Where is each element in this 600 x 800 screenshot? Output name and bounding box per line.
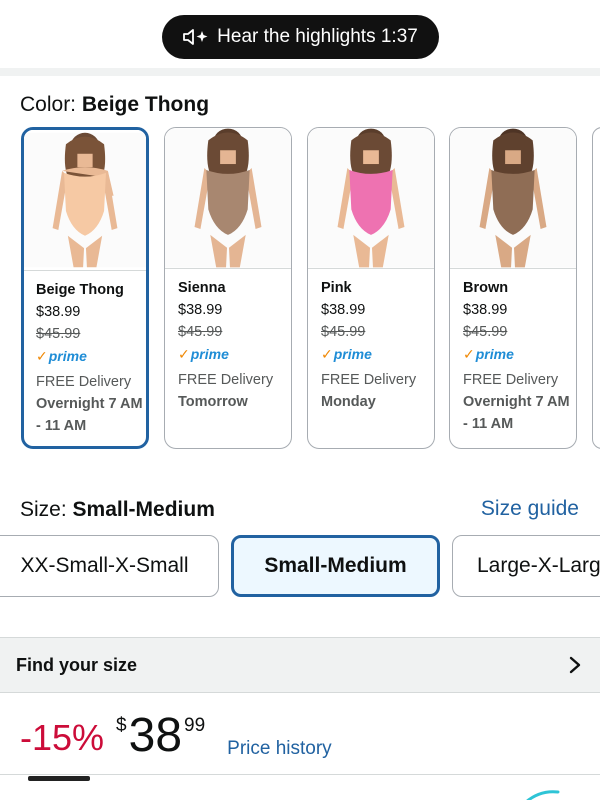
prime-badge: ✓ prime (36, 345, 146, 367)
swatch-old-price: $45.99 (178, 324, 223, 340)
color-swatch-sienna[interactable]: Sienna $38.99 $45.99 ✓ prime FREE Deliver… (164, 127, 292, 449)
find-your-size-label: Find your size (16, 654, 138, 675)
find-your-size-row[interactable]: Find your size (0, 637, 600, 693)
prime-badge: ✓ prime (178, 343, 291, 365)
price-whole: 38 (128, 709, 183, 762)
swoosh-icon (526, 790, 560, 800)
product-image (308, 128, 434, 269)
product-image (450, 128, 576, 269)
color-swatch-beige-thong[interactable]: Beige Thong $38.99 $45.99 ✓ prime FREE De… (21, 127, 149, 449)
swatch-old-price: $45.99 (36, 326, 81, 342)
color-swatch-brown[interactable]: Brown $38.99 $45.99 ✓ prime FREE Delivery… (449, 127, 577, 449)
swatch-price: $38.99 (321, 302, 366, 318)
swatch-delivery: FREE Delivery (321, 372, 417, 388)
product-image (24, 130, 146, 271)
swatch-price: $38.99 (36, 304, 81, 320)
prime-check-icon: ✓ (36, 348, 48, 364)
swatch-delivery: FREE Delivery (178, 372, 274, 388)
bodysuit-image (450, 128, 576, 268)
discount-percent: -15% (20, 717, 105, 758)
prime-check-icon: ✓ (321, 346, 333, 362)
divider (0, 68, 600, 76)
swatch-delivery: FREE Delivery (463, 372, 559, 388)
prime-check-icon: ✓ (463, 346, 475, 362)
size-option-large-x-large[interactable]: Large-X-Large (452, 535, 600, 597)
size-option-small-medium[interactable]: Small-Medium (231, 535, 440, 597)
swatch-delivery-time: Overnight 7 AM - 11 AM (36, 396, 143, 434)
price-history-link[interactable]: Price history (227, 738, 332, 760)
bottom-tab-indicator (28, 776, 90, 781)
price-row: -15% $ 38 99 Price history (20, 712, 332, 768)
price-fraction: 99 (184, 715, 206, 736)
color-swatch-pink[interactable]: Pink $38.99 $45.99 ✓ prime FREE Delivery … (307, 127, 435, 449)
bottom-card (0, 774, 600, 800)
hear-highlights-label: Hear the highlights 1:37 (217, 26, 418, 47)
swatch-delivery-time: Tomorrow (178, 394, 248, 410)
bodysuit-image (308, 128, 434, 268)
size-label-prefix: Size: (20, 498, 73, 521)
bodysuit-image (24, 132, 146, 268)
color-swatch-row: Beige Thong $38.99 $45.99 ✓ prime FREE De… (0, 125, 600, 455)
prime-badge: ✓ prime (321, 343, 434, 365)
color-label-prefix: Color: (20, 93, 82, 116)
prime-label: prime (475, 346, 514, 362)
swatch-name: Brown (463, 280, 509, 296)
swatch-name: Sienna (178, 280, 226, 296)
prime-label: prime (333, 346, 372, 362)
selected-color-name: Beige Thong (81, 93, 210, 116)
product-image (165, 128, 291, 269)
bodysuit-image (165, 128, 291, 268)
size-option-xx-small-x-small[interactable]: XX-Small-X-Small (0, 535, 219, 597)
audio-sparkle-icon (183, 29, 208, 45)
swatch-delivery: FREE Delivery (36, 374, 132, 390)
swatch-name: Beige Thong (36, 282, 124, 298)
size-options-row: XX-Small-X-Small Small-Medium Large-X-La… (0, 533, 600, 601)
prime-badge: ✓ prime (463, 343, 576, 365)
hear-highlights-button[interactable]: Hear the highlights 1:37 (162, 15, 439, 59)
color-label: Color: Beige Thong (20, 93, 209, 117)
color-swatch-partial[interactable] (592, 127, 600, 449)
prime-label: prime (190, 346, 229, 362)
prime-label: prime (48, 348, 87, 364)
selected-size-name: Small-Medium (72, 498, 215, 521)
price-currency: $ (116, 715, 127, 736)
swatch-name: Pink (321, 280, 352, 296)
size-guide-link[interactable]: Size guide (481, 497, 579, 521)
swatch-delivery-time: Monday (321, 394, 376, 410)
swatch-old-price: $45.99 (321, 324, 366, 340)
swatch-delivery-time: Overnight 7 AM - 11 AM (463, 394, 570, 432)
prime-check-icon: ✓ (178, 346, 190, 362)
swatch-old-price: $45.99 (463, 324, 508, 340)
swatch-price: $38.99 (463, 302, 508, 318)
size-label: Size: Small-Medium (20, 498, 215, 522)
chevron-right-icon (569, 656, 581, 674)
swatch-price: $38.99 (178, 302, 223, 318)
